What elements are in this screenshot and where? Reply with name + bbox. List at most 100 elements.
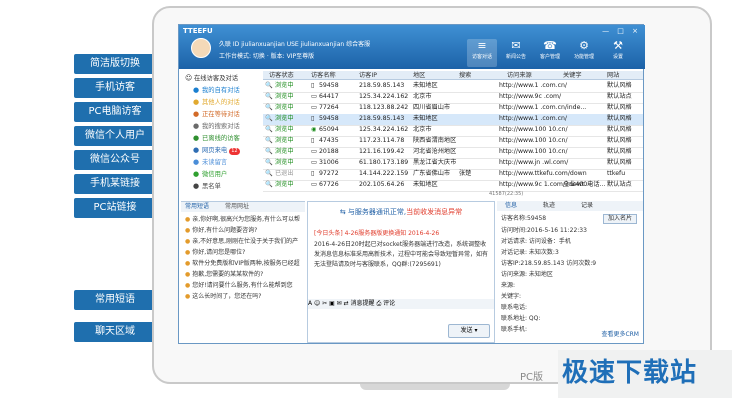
callout-mobile-link: 手机某链接 (74, 174, 156, 194)
phrase-item[interactable]: ● 软件分免费版和VIP版两种,按服务已经超 (185, 258, 303, 269)
cell-site: 默认站点 (607, 181, 632, 188)
tree-item[interactable]: ☺ 在线访客及对话 (185, 73, 238, 83)
column-header[interactable]: 网站 (607, 71, 619, 80)
chat-bubble-icon: ● (185, 216, 191, 223)
tree-item[interactable]: ● 微信用户 (193, 169, 227, 179)
monitor-icon: ▭ (311, 181, 317, 188)
send-button[interactable]: 发送 ▾ (448, 324, 490, 338)
visitor-field[interactable]: 关键字: (501, 291, 521, 302)
tab-info[interactable]: 信息 (505, 201, 517, 211)
visitor-field[interactable]: 来源: (501, 280, 515, 291)
column-header[interactable]: 访客名称 (311, 71, 336, 80)
cell-name: 65094 (319, 126, 339, 133)
tree-item-label: 在线访客及对话 (194, 75, 239, 82)
connection-status: ⇆ 与服务器通讯正常,当前收发消息异常 (308, 202, 494, 222)
toolbar-settings-button[interactable]: ⚒ 设置 (603, 39, 633, 67)
window-controls[interactable]: — □ × (602, 27, 641, 35)
visitor-field[interactable]: 联系手机: (501, 324, 527, 335)
common-phrases-panel: 常用短语 常用网址 ● 亲,你好啊,很高兴为您服务,有什么可以帮 ● 你好,有什么问… (181, 201, 305, 343)
chat-bubble-icon: ● (185, 227, 191, 234)
tree-item-label: 其他人的对话 (202, 99, 240, 106)
tab-common-urls[interactable]: 常用网址 (225, 202, 249, 212)
search-icon: 🔍 (265, 137, 273, 144)
tree-item[interactable]: ● 其他人的对话 (193, 97, 240, 107)
app-window: TTEEFU 久联 ID jiulianxuanjian USE jiulian… (178, 24, 645, 344)
search-icon: 🔍 (265, 148, 273, 155)
tab-common-phrases[interactable]: 常用短语 (185, 202, 209, 212)
cell-keyword (563, 158, 607, 168)
phrase-item[interactable]: ● 抱歉,您需要的某某软件的? (185, 269, 303, 280)
phrase-item[interactable]: ● 亲,不好意思,刚刚在忙没于关于我们的产 (185, 236, 303, 247)
toolbar-label: 新闻公告 (505, 54, 526, 60)
tab-records[interactable]: 记录 (581, 201, 593, 211)
phrase-item[interactable]: ● 您好!请问要什么服务,有什么能帮到您 (185, 280, 303, 291)
chat-toolbar[interactable]: A ☺ ✂ ▣ ✉ ⇄ 消息提醒 ⎙ 评论 (308, 299, 494, 309)
tree-item[interactable]: ● 我的自有对话 (193, 85, 240, 95)
table-row[interactable]: 🔍 浏览中 ▭ 67726 202.105.64.26 未知地区 http://… (263, 180, 643, 192)
cell-ip: 121.16.199.42 (359, 148, 405, 155)
cell-name: 67726 (319, 181, 339, 188)
more-crm-link[interactable]: 查看更多CRM (601, 329, 639, 338)
status-ok: 与服务器通讯正常, (347, 208, 407, 216)
cell-region: 北京市 (413, 126, 432, 133)
cell-region: 四川省眉山市 (413, 104, 451, 111)
cell-search (459, 136, 499, 146)
monitor-icon: ▭ (311, 93, 317, 100)
visitor-field: 对话请求: 访问设备：手机 (501, 238, 571, 245)
cell-search (459, 180, 499, 190)
cell-status: 已退出 (275, 170, 294, 177)
callout-simple-switch: 简洁版切换 (74, 54, 156, 74)
toolbar-visitor-chat-button[interactable]: ≡ 访客对话 (467, 39, 497, 67)
phrase-text: 抱歉,您需要的某某软件的? (192, 271, 264, 278)
cell-search (459, 81, 499, 91)
tree-item[interactable]: ● 黑名单 (193, 181, 221, 191)
cell-search (459, 158, 499, 168)
tree-item[interactable]: ● 我的搜索对话 (193, 121, 240, 131)
visitor-field: 访客IP:218.59.85.143 访问次数:9 (501, 260, 597, 267)
bullet-icon: ● (193, 134, 200, 142)
tree-item[interactable]: ● 正在等待对话 (193, 109, 240, 119)
tab-track[interactable]: 轨迹 (543, 201, 555, 211)
phrase-text: 你好,有什么问题要咨询? (192, 227, 258, 234)
cell-site: 默认风格 (607, 159, 632, 166)
mode-info[interactable]: 工作台模式: 切换 · 版本: VIP至尊版 (219, 51, 314, 60)
avatar[interactable] (191, 38, 211, 58)
cell-region: 河北省沧州地区 (413, 148, 457, 155)
phrase-item[interactable]: ● 你好,请问您是哪位? (185, 247, 303, 258)
callout-wechat-user: 微信个人用户 (74, 126, 156, 146)
cell-ip: 14.144.222.159 (359, 170, 409, 177)
bullet-icon: ● (193, 86, 200, 94)
column-header[interactable]: 访客IP (359, 71, 377, 80)
cell-ip: 118.123.88.242 (359, 104, 409, 111)
phrase-item[interactable]: ● 这么长时间了，您还在吗? (185, 291, 303, 302)
cell-name: 77264 (319, 104, 339, 111)
column-header[interactable]: 搜索 (459, 71, 471, 80)
search-icon: 🔍 (265, 82, 273, 89)
column-header[interactable]: 地区 (413, 71, 425, 80)
cell-status: 浏览中 (275, 137, 294, 144)
phrase-item[interactable]: ● 亲,你好啊,很高兴为您服务,有什么可以帮 (185, 214, 303, 225)
column-header[interactable]: 访问来源 (507, 71, 532, 80)
cell-search (459, 125, 499, 135)
column-header[interactable]: 访客状态 (269, 71, 294, 80)
visitor-field: 对话记录: 未知次数:3 (501, 249, 559, 256)
cell-keyword (563, 147, 607, 157)
table-footer-note: 41587(22:35) (489, 191, 524, 197)
toolbar-functions-button[interactable]: ⚙ 功能管理 (569, 39, 599, 67)
tree-item[interactable]: ● 未读留言 (193, 157, 227, 167)
visitor-field[interactable]: 联系地址: QQ: (501, 313, 540, 324)
cell-keyword (563, 103, 607, 113)
tools-icon: ⚒ (613, 39, 623, 52)
tree-item[interactable]: ● 网页来电 12 (193, 145, 240, 155)
add-card-button[interactable]: 加入名片 (603, 214, 637, 224)
connection-icon: ⇆ (339, 208, 348, 216)
phrase-item[interactable]: ● 你好,有什么问题要咨询? (185, 225, 303, 236)
visitor-field[interactable]: 联系电话: (501, 302, 527, 313)
monitor-icon: ▭ (311, 104, 317, 111)
toolbar-customers-button[interactable]: ☎ 客户管理 (535, 39, 565, 67)
tree-item[interactable]: ● 已离线的访客 (193, 133, 240, 143)
toolbar-news-button[interactable]: ✉ 新闻公告 (501, 39, 531, 67)
column-header[interactable]: 关键字 (563, 71, 582, 80)
cell-search (459, 92, 499, 102)
cell-name: 97272 (319, 170, 339, 177)
